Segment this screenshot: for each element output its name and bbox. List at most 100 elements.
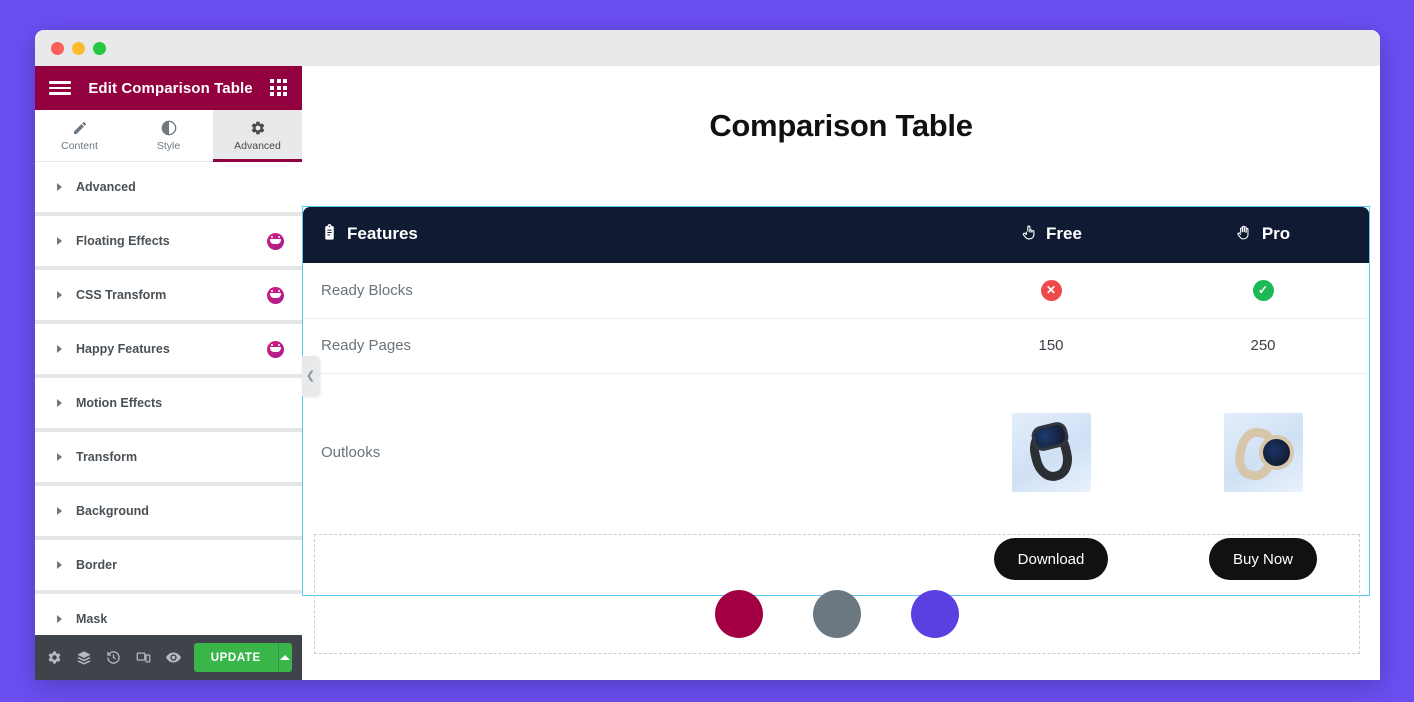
panel-tabs: Content Style Advanced — [35, 110, 302, 162]
tab-advanced[interactable]: Advanced — [213, 110, 302, 162]
accordion-label: Border — [76, 558, 117, 572]
happy-addons-pro-icon — [267, 340, 284, 358]
editor-body: Edit Comparison Table Content Style Adva… — [35, 66, 1380, 680]
update-button[interactable]: UPDATE — [193, 643, 278, 672]
page-title: Comparison Table — [709, 108, 973, 143]
chevron-right-icon — [57, 615, 62, 623]
widgets-grid-icon[interactable] — [270, 79, 288, 97]
accordion-item-transform[interactable]: Transform — [35, 432, 302, 482]
accordion-label: Transform — [76, 450, 138, 464]
accordion-item-css-transform[interactable]: CSS Transform — [35, 270, 302, 320]
social-circle-1[interactable] — [715, 590, 763, 638]
free-image-cell — [945, 373, 1157, 523]
window-close-button[interactable] — [51, 41, 64, 55]
caret-shape — [280, 655, 291, 660]
grid-dot — [276, 85, 281, 90]
feature-label: Ready Pages — [303, 318, 945, 374]
chevron-right-icon — [57, 399, 62, 407]
pencil-icon — [72, 120, 88, 137]
menu-bar — [49, 92, 71, 95]
empty-dashed-section[interactable] — [314, 534, 1360, 654]
update-button-group: UPDATE — [193, 643, 292, 672]
accordion-item-border[interactable]: Border — [35, 540, 302, 590]
column-header-label: Features — [347, 224, 418, 243]
black-smartwatch-image — [1011, 412, 1091, 492]
column-header-label: Free — [1046, 224, 1082, 243]
accordion-item-background[interactable]: Background — [35, 486, 302, 536]
pointing-up-hand-icon — [1020, 224, 1037, 244]
caret-up-icon[interactable] — [277, 643, 292, 672]
accordion-item-motion-effects[interactable]: Motion Effects — [35, 378, 302, 428]
chevron-right-icon — [57, 183, 62, 191]
accordion-label: Motion Effects — [76, 396, 163, 410]
happy-addons-pro-icon — [267, 286, 284, 304]
tab-advanced-label: Advanced — [234, 139, 281, 152]
watch-face — [1258, 434, 1294, 470]
cross-mark-icon: ✕ — [1040, 279, 1062, 301]
preview-eye-icon[interactable] — [164, 647, 183, 668]
table-row: Outlooks — [303, 373, 1369, 523]
grid-dot — [276, 79, 281, 83]
menu-bar — [49, 86, 71, 90]
accordion-label: Happy Features — [76, 342, 170, 356]
accordion-item-happy-features[interactable]: Happy Features — [35, 324, 302, 374]
history-icon[interactable] — [105, 647, 124, 668]
grid-dot — [283, 79, 287, 83]
feature-label: Outlooks — [321, 443, 381, 461]
column-header-features: Features — [303, 207, 945, 263]
chevron-right-icon — [57, 237, 62, 245]
panel-title: Edit Comparison Table — [88, 79, 253, 97]
grid-dot — [283, 92, 287, 96]
feature-label: Ready Blocks — [303, 263, 945, 319]
free-value-cell: 150 — [945, 318, 1157, 374]
chevron-right-icon — [57, 291, 62, 299]
accordion-label: Mask — [76, 612, 108, 626]
accordion-item-floating-effects[interactable]: Floating Effects — [35, 216, 302, 266]
pro-image-cell — [1157, 373, 1369, 523]
window-maximize-button[interactable] — [93, 41, 106, 55]
navigator-layers-icon[interactable] — [75, 647, 94, 668]
clipboard-list-icon — [321, 224, 338, 244]
chevron-right-icon — [57, 507, 62, 515]
hamburger-menu-icon[interactable] — [49, 81, 71, 95]
check-mark-icon: ✓ — [1252, 279, 1274, 301]
grid-dot — [276, 92, 281, 96]
social-circle-3[interactable] — [911, 590, 959, 638]
table-header-row: Features Free Pro — [303, 207, 1369, 263]
gear-icon — [250, 120, 266, 137]
accordion-item-advanced[interactable]: Advanced — [35, 162, 302, 212]
advanced-settings-accordion: Advanced Floating Effects CSS Transform … — [35, 162, 302, 635]
settings-gear-icon[interactable] — [45, 647, 64, 668]
contrast-icon — [161, 120, 177, 137]
accordion-item-mask[interactable]: Mask — [35, 594, 302, 635]
happy-addons-pro-icon — [267, 232, 284, 250]
grid-dot — [270, 79, 274, 83]
window-minimize-button[interactable] — [72, 41, 85, 55]
social-circle-2[interactable] — [813, 590, 861, 638]
browser-window: Edit Comparison Table Content Style Adva… — [35, 30, 1380, 680]
social-circle-row — [315, 590, 1359, 638]
tab-content[interactable]: Content — [35, 110, 124, 161]
editor-sidebar-panel: Edit Comparison Table Content Style Adva… — [35, 66, 302, 680]
accordion-label: Floating Effects — [76, 234, 170, 248]
accordion-label: CSS Transform — [76, 288, 167, 302]
accordion-label: Advanced — [76, 180, 136, 194]
column-header-pro: Pro — [1157, 207, 1369, 263]
window-titlebar — [35, 30, 1380, 66]
table-row: Ready Blocks ✕ ✓ — [303, 263, 1369, 319]
table-header: Features Free Pro — [303, 207, 1369, 263]
editor-canvas: Comparison Table Features Free Pro Ready… — [302, 66, 1380, 680]
responsive-mode-icon[interactable] — [134, 647, 153, 668]
free-value-cell: ✕ — [945, 263, 1157, 319]
column-header-label: Pro — [1261, 224, 1291, 243]
chevron-right-icon — [57, 345, 62, 353]
chevron-left-icon: ❮ — [305, 369, 316, 382]
pro-value-cell: 250 — [1157, 318, 1369, 374]
tab-style[interactable]: Style — [124, 110, 213, 161]
column-header-free: Free — [945, 207, 1157, 263]
table-row: Ready Pages 150 250 — [303, 318, 1369, 374]
panel-collapse-handle[interactable]: ❮ — [302, 356, 319, 396]
grid-dot — [283, 85, 287, 90]
grid-dot — [270, 92, 274, 96]
panel-header: Edit Comparison Table — [35, 66, 302, 110]
